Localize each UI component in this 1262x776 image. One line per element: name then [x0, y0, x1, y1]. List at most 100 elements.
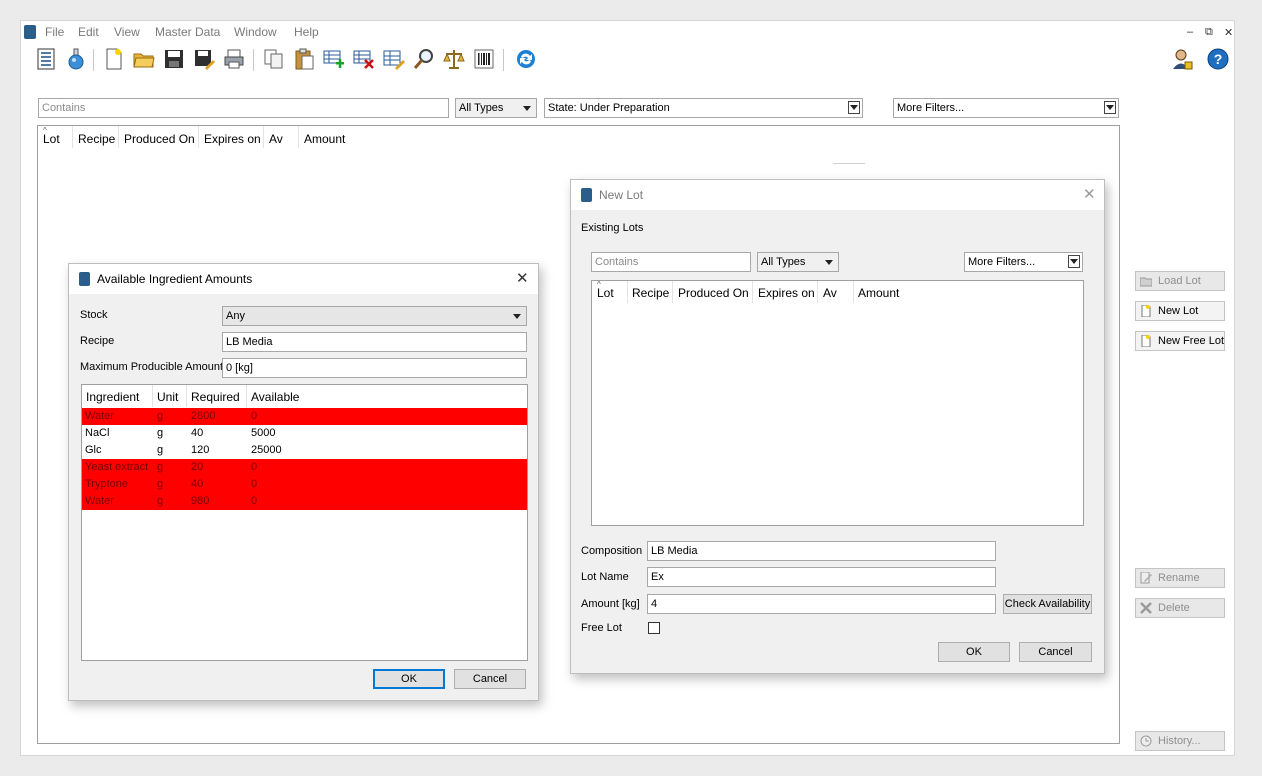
column-separator — [118, 126, 119, 148]
close-icon[interactable]: ✕ — [516, 269, 529, 287]
cancel-button[interactable]: Cancel — [454, 669, 526, 689]
unit-cell: g — [157, 444, 164, 456]
dialog-title-bar: Available Ingredient Amounts ✕ — [69, 264, 538, 294]
table-row[interactable]: Glc g 120 25000 — [82, 442, 527, 459]
max-producible-field[interactable]: 0 [kg] — [222, 358, 527, 378]
available-cell: 0 — [251, 461, 258, 473]
delete-row-icon[interactable] — [353, 48, 375, 70]
column-header-recipe[interactable]: Recipe — [632, 286, 669, 300]
new-free-lot-button[interactable]: New Free Lot — [1135, 331, 1225, 351]
menu-file[interactable]: File — [45, 25, 64, 39]
type-filter-select[interactable]: All Types — [455, 98, 537, 118]
contains-search-input[interactable]: Contains — [591, 252, 751, 272]
paste-icon[interactable] — [293, 48, 315, 70]
type-filter-select[interactable]: All Types — [757, 252, 839, 272]
table-row[interactable]: Tryptone g 40 0 — [82, 476, 527, 493]
scale-icon[interactable] — [443, 48, 465, 70]
column-header-amount[interactable]: Amount — [304, 132, 345, 146]
print-icon[interactable] — [223, 48, 245, 70]
close-icon[interactable]: ✕ — [1224, 26, 1233, 39]
column-header-expires-on[interactable]: Expires on — [204, 132, 261, 146]
stock-select[interactable]: Any — [222, 306, 527, 326]
column-header-required[interactable]: Required — [191, 390, 240, 404]
more-filters-value: More Filters... — [968, 256, 1036, 268]
dialog-title: New Lot — [599, 188, 644, 202]
edit-table-icon[interactable] — [383, 48, 405, 70]
restore-icon[interactable]: ⧉ — [1205, 26, 1213, 39]
free-lot-checkbox[interactable] — [648, 622, 660, 634]
column-header-av[interactable]: Av — [269, 132, 283, 146]
more-filters-select[interactable]: More Filters... — [964, 252, 1083, 272]
chevron-down-icon — [825, 260, 833, 265]
column-header-lot[interactable]: Lot — [597, 286, 614, 300]
column-header-ingredient[interactable]: Ingredient — [86, 390, 139, 404]
save-as-icon[interactable] — [193, 48, 215, 70]
flask-icon[interactable] — [65, 48, 87, 70]
column-header-lot[interactable]: Lot — [43, 132, 60, 146]
check-availability-button[interactable]: Check Availability — [1003, 594, 1092, 614]
list-icon[interactable] — [35, 48, 57, 70]
rename-label: Rename — [1158, 572, 1200, 584]
user-icon[interactable] — [1171, 48, 1193, 70]
cancel-button[interactable]: Cancel — [1019, 642, 1092, 662]
lot-name-field[interactable]: Ex — [647, 567, 996, 587]
column-header-produced-on[interactable]: Produced On — [678, 286, 749, 300]
table-row[interactable]: NaCl g 40 5000 — [82, 425, 527, 442]
rename-button[interactable]: Rename — [1135, 568, 1225, 588]
menu-bar: File Edit View Master Data Window Help –… — [21, 21, 1234, 43]
delete-button[interactable]: Delete — [1135, 598, 1225, 618]
existing-lots-table[interactable]: ^ Lot Recipe Produced On Expires on Av A… — [591, 280, 1084, 526]
menu-window[interactable]: Window — [234, 25, 277, 39]
column-header-av[interactable]: Av — [823, 286, 837, 300]
unit-cell: g — [157, 495, 164, 507]
amount-field[interactable]: 4 — [647, 594, 996, 614]
barcode-icon[interactable] — [473, 48, 495, 70]
delete-label: Delete — [1158, 602, 1190, 614]
ok-button[interactable]: OK — [373, 669, 445, 689]
close-icon[interactable]: ✕ — [1083, 185, 1096, 203]
search-icon[interactable] — [413, 48, 435, 70]
column-header-available[interactable]: Available — [251, 390, 299, 404]
open-folder-icon[interactable] — [133, 48, 155, 70]
state-filter-select[interactable]: State: Under Preparation — [544, 98, 863, 118]
load-lot-button[interactable]: Load Lot — [1135, 271, 1225, 291]
history-button[interactable]: History... — [1135, 731, 1225, 751]
column-header-recipe[interactable]: Recipe — [78, 132, 115, 146]
column-header-unit[interactable]: Unit — [157, 390, 178, 404]
save-icon[interactable] — [163, 48, 185, 70]
contains-search-input[interactable]: Contains — [38, 98, 449, 118]
ingredient-cell: Water — [85, 495, 114, 507]
table-row[interactable]: Yeast extract g 20 0 — [82, 459, 527, 476]
menu-help[interactable]: Help — [294, 25, 319, 39]
minimize-icon[interactable]: – — [1187, 26, 1193, 38]
ingredients-table[interactable]: Ingredient Unit Required Available Water… — [81, 384, 528, 661]
toolbar-separator — [253, 49, 254, 71]
column-header-expires-on[interactable]: Expires on — [758, 286, 815, 300]
copy-icon[interactable] — [263, 48, 285, 70]
chevron-down-icon — [523, 106, 531, 111]
menu-view[interactable]: View — [114, 25, 140, 39]
existing-lots-label: Existing Lots — [581, 222, 644, 234]
available-cell: 0 — [251, 495, 258, 507]
ok-button[interactable]: OK — [938, 642, 1010, 662]
menu-master-data[interactable]: Master Data — [155, 25, 220, 39]
composition-field[interactable]: LB Media — [647, 541, 996, 561]
toolbar: ? — [21, 45, 1234, 75]
table-row[interactable]: Water g 980 0 — [82, 493, 527, 510]
column-header-amount[interactable]: Amount — [858, 286, 899, 300]
column-separator — [186, 385, 187, 407]
add-row-icon[interactable] — [323, 48, 345, 70]
new-lot-dialog: New Lot ✕ Existing Lots Contains All Typ… — [570, 179, 1105, 674]
new-document-icon[interactable] — [103, 48, 125, 70]
new-lot-button[interactable]: New Lot — [1135, 301, 1225, 321]
column-header-produced-on[interactable]: Produced On — [124, 132, 195, 146]
available-cell: 0 — [251, 410, 258, 422]
menu-edit[interactable]: Edit — [78, 25, 99, 39]
sync-icon[interactable] — [515, 48, 537, 70]
recipe-field[interactable]: LB Media — [222, 332, 527, 352]
table-row[interactable]: Water g 2800 0 — [82, 408, 527, 425]
svg-text:?: ? — [1214, 51, 1223, 67]
more-filters-select[interactable]: More Filters... — [893, 98, 1119, 118]
available-cell: 5000 — [251, 427, 276, 439]
help-icon[interactable]: ? — [1207, 48, 1229, 70]
